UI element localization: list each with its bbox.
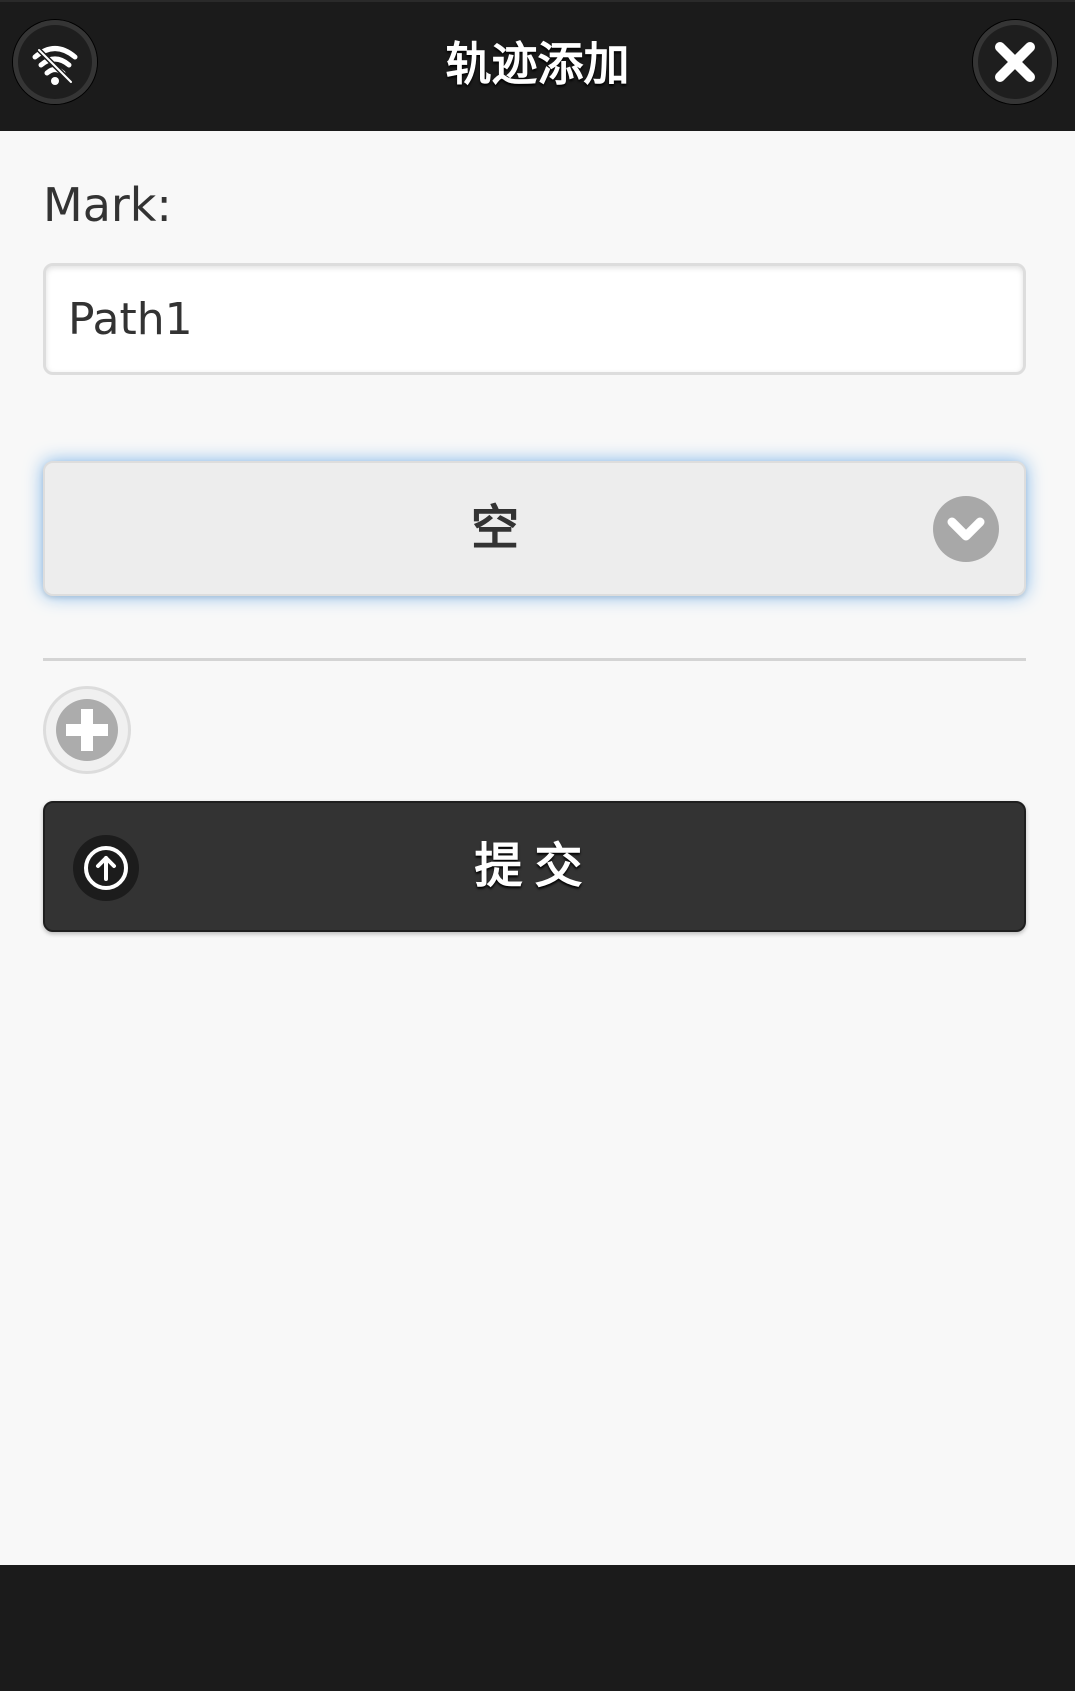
header-bar: 轨迹添加 (0, 0, 1075, 131)
submit-label: 提交 (474, 838, 595, 894)
page-title: 轨迹添加 (445, 37, 630, 91)
submit-button[interactable]: 提交 (43, 801, 1026, 932)
close-button[interactable] (973, 20, 1057, 104)
mark-label: Mark: (43, 178, 172, 232)
select-value: 空 (470, 500, 519, 556)
divider (43, 658, 1026, 661)
mark-input[interactable] (43, 263, 1026, 375)
type-select[interactable]: 空 (43, 461, 1026, 596)
chevron-down-icon (933, 496, 999, 562)
footer-bar (0, 1565, 1075, 1691)
close-icon (995, 42, 1035, 82)
add-button[interactable] (43, 686, 131, 774)
